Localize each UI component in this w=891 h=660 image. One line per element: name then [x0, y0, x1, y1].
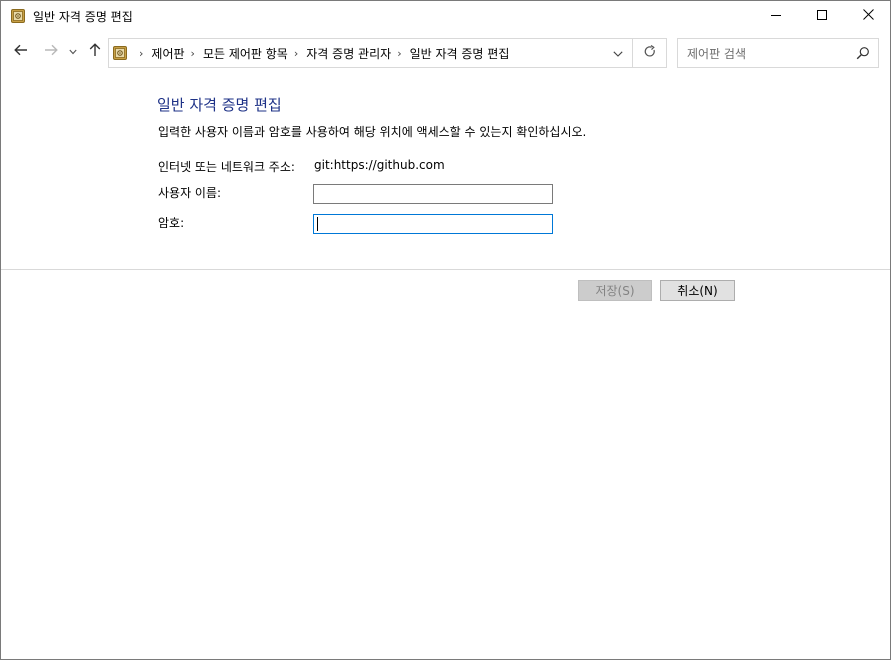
text-caret — [317, 217, 318, 231]
chevron-right-icon[interactable]: › — [397, 47, 401, 60]
close-icon — [862, 9, 874, 23]
forward-button[interactable] — [39, 40, 63, 62]
breadcrumb-item-all-items[interactable]: 모든 제어판 항목 — [203, 45, 288, 62]
refresh-icon — [644, 44, 656, 61]
back-button[interactable] — [9, 40, 33, 62]
password-field[interactable] — [313, 214, 553, 234]
refresh-button[interactable] — [632, 39, 666, 67]
breadcrumb-item-credential-manager[interactable]: 자격 증명 관리자 — [306, 45, 391, 62]
address-value: git:https://github.com — [314, 158, 445, 172]
breadcrumb-item-current[interactable]: 일반 자격 증명 편집 — [410, 45, 510, 62]
address-label: 인터넷 또는 네트워크 주소: — [158, 160, 295, 174]
search-icon[interactable] — [856, 46, 870, 60]
control-panel-icon — [11, 9, 25, 23]
arrow-left-icon — [14, 44, 28, 59]
chevron-down-icon — [613, 46, 623, 60]
navigation-bar: › 제어판 › 모든 제어판 항목 › 자격 증명 관리자 › 일반 자격 증명… — [1, 35, 890, 69]
arrow-up-icon — [89, 42, 101, 60]
breadcrumb-item-control-panel[interactable]: 제어판 — [151, 45, 184, 62]
maximize-icon — [817, 9, 827, 23]
cancel-button[interactable]: 취소(N) — [660, 280, 735, 301]
page-title: 일반 자격 증명 편집 — [157, 96, 282, 114]
search-input[interactable] — [687, 46, 847, 62]
instruction-text: 입력한 사용자 이름과 암호를 사용하여 해당 위치에 액세스할 수 있는지 확… — [158, 125, 587, 139]
chevron-right-icon[interactable]: › — [191, 47, 195, 60]
window-title: 일반 자격 증명 편집 — [33, 10, 133, 24]
search-box[interactable] — [677, 38, 879, 68]
chevron-right-icon[interactable]: › — [294, 47, 298, 60]
address-bar[interactable]: › 제어판 › 모든 제어판 항목 › 자격 증명 관리자 › 일반 자격 증명… — [108, 38, 667, 68]
arrow-right-icon — [44, 44, 58, 59]
username-field[interactable] — [313, 184, 553, 204]
chevron-right-icon[interactable]: › — [139, 47, 143, 60]
breadcrumb: › 제어판 › 모든 제어판 항목 › 자격 증명 관리자 › 일반 자격 증명… — [133, 39, 509, 67]
close-button[interactable] — [845, 1, 891, 31]
title-bar: 일반 자격 증명 편집 — [1, 1, 890, 31]
control-panel-icon — [113, 46, 127, 60]
username-label: 사용자 이름: — [158, 186, 222, 200]
minimize-button[interactable] — [753, 1, 799, 31]
address-history-button[interactable] — [605, 39, 631, 67]
password-label: 암호: — [158, 216, 185, 230]
recent-locations-button[interactable] — [65, 40, 81, 62]
dialog-window: 일반 자격 증명 편집 › 제어판 › 모든 제어판 항목 › 자격 증명 관리… — [0, 0, 891, 660]
maximize-button[interactable] — [799, 1, 845, 31]
chevron-down-icon — [69, 44, 77, 58]
save-button[interactable]: 저장(S) — [578, 280, 652, 301]
up-button[interactable] — [83, 40, 107, 62]
minimize-icon — [771, 9, 781, 23]
divider — [1, 269, 890, 270]
